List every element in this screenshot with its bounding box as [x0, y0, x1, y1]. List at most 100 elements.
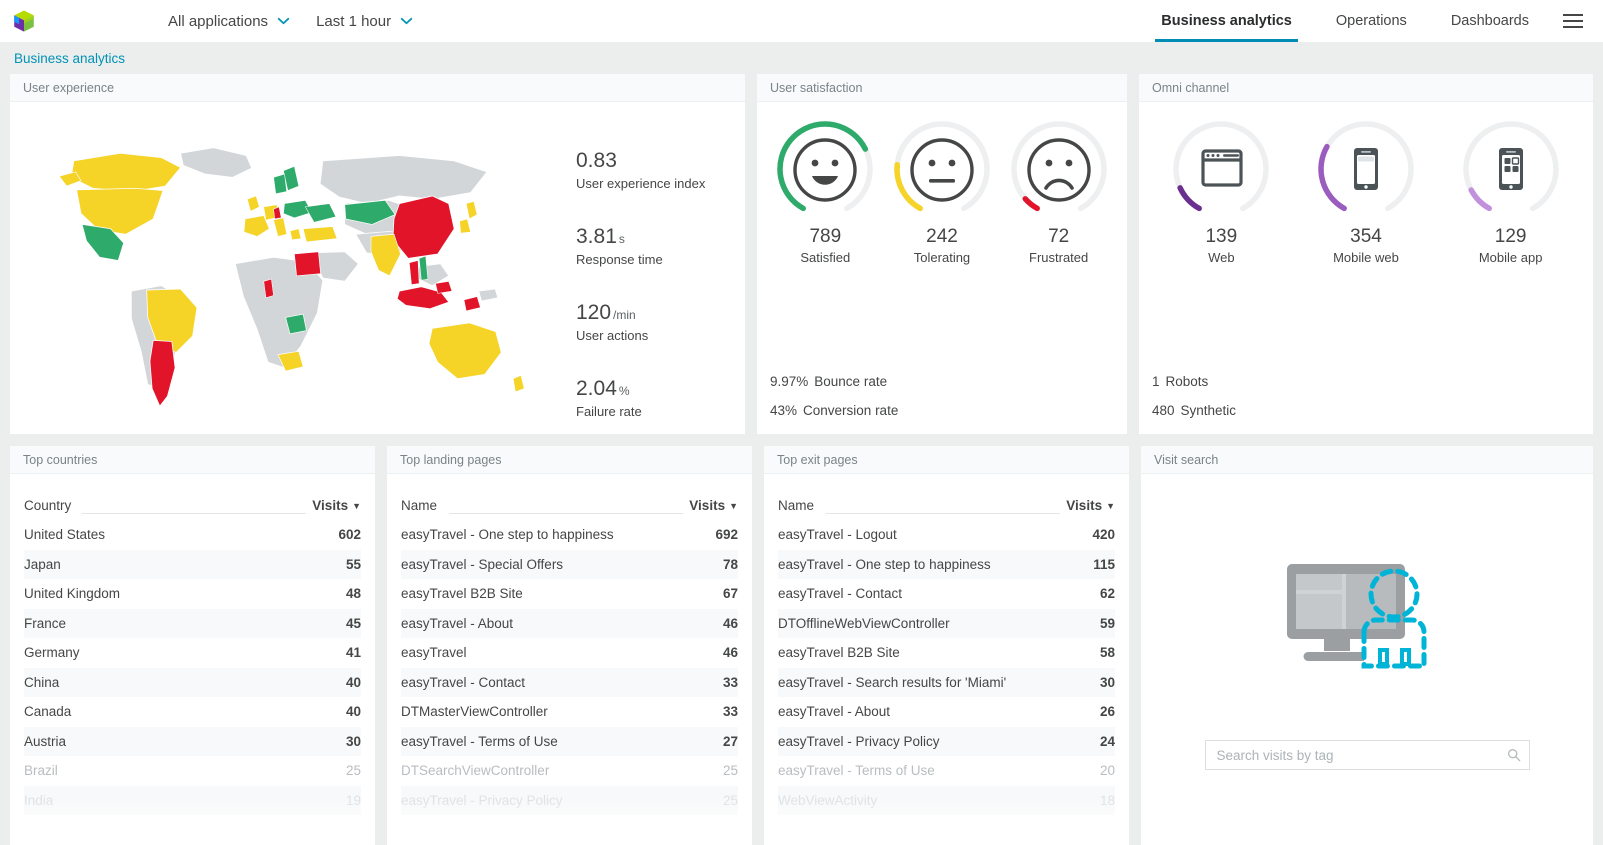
row-visits: 420 [1092, 527, 1115, 543]
table-row[interactable]: easyTravel - Contact 62 [778, 579, 1115, 609]
world-map-chart[interactable] [10, 102, 564, 434]
column-header-name[interactable]: Name [778, 498, 1066, 520]
row-visits: 692 [715, 527, 738, 543]
stat-value: 9.97% [770, 374, 809, 389]
tab-operations[interactable]: Operations [1314, 0, 1429, 42]
stat-robots: 1 Robots [1152, 374, 1236, 389]
table-row[interactable]: easyTravel - Terms of Use 20 [778, 756, 1115, 786]
table-row[interactable]: easyTravel - Special Offers 78 [401, 549, 738, 579]
table-row[interactable]: DTSearchViewController 25 [401, 756, 738, 786]
gauge-tolerating[interactable]: 242 Tolerating [886, 120, 998, 265]
row-visits: 40 [345, 704, 361, 720]
table-row[interactable]: easyTravel - One step to happiness 115 [778, 549, 1115, 579]
gauge-mobile-web[interactable]: 354 Mobile web [1310, 120, 1422, 265]
world-map-choropleth-icon [58, 147, 525, 407]
row-name: Austria [24, 733, 67, 749]
row-name: DTOfflineWebViewController [778, 615, 950, 631]
table-row[interactable]: France 45 [24, 608, 361, 638]
row-visits: 40 [345, 674, 361, 690]
metric-label: User experience index [576, 176, 706, 192]
timeframe-filter-dropdown[interactable]: Last 1 hour [316, 13, 413, 30]
sad-face-icon [1010, 121, 1107, 212]
dashboard-row-2: Top countries Country Visits ▼ United St… [10, 446, 1593, 845]
table-row[interactable]: DTOfflineWebViewController 59 [778, 608, 1115, 638]
table-header: Name Visits ▼ [778, 474, 1115, 520]
panel-omni-channel: Omni channel 139 Web 354 Mobile web 129 … [1139, 74, 1593, 434]
application-filter-dropdown[interactable]: All applications [168, 13, 290, 30]
gauge-satisfied[interactable]: 789 Satisfied [769, 120, 881, 265]
column-header-visits[interactable]: Visits ▼ [689, 498, 738, 520]
map-country-china [392, 195, 455, 259]
column-header-visits[interactable]: Visits ▼ [312, 498, 361, 520]
table-row[interactable]: easyTravel - Logout 420 [778, 520, 1115, 550]
column-header-visits[interactable]: Visits ▼ [1066, 498, 1115, 520]
table-row[interactable]: easyTravel - One step to happiness 692 [401, 520, 738, 550]
caret-down-icon: ▼ [352, 500, 361, 511]
gauge-mobile-app[interactable]: 129 Mobile app [1455, 120, 1567, 265]
tab-dashboards[interactable]: Dashboards [1429, 0, 1551, 42]
row-visits: 25 [722, 792, 738, 808]
row-visits: 26 [1099, 704, 1115, 720]
chevron-down-icon [277, 17, 290, 25]
row-visits: 24 [1099, 733, 1115, 749]
table-row[interactable]: easyTravel - Terms of Use 27 [401, 726, 738, 756]
tab-label: Operations [1335, 13, 1407, 29]
column-header-country[interactable]: Country [24, 498, 312, 520]
row-name: easyTravel B2B Site [778, 645, 900, 661]
hamburger-menu-icon[interactable] [1551, 0, 1595, 42]
table-row[interactable]: WebViewActivity 18 [778, 785, 1115, 815]
table-row[interactable]: DTMasterViewController 33 [401, 697, 738, 727]
panel-title: User experience [10, 74, 745, 102]
dashboard-grid: User experience 0.83 User experience ind… [0, 74, 1603, 845]
search-input[interactable] [1216, 747, 1507, 763]
table-row[interactable]: easyTravel - About 26 [778, 697, 1115, 727]
table-row[interactable]: Germany 41 [24, 638, 361, 668]
row-name: easyTravel - About [401, 615, 514, 631]
table-row[interactable]: United Kingdom 48 [24, 579, 361, 609]
row-name: easyTravel - Privacy Policy [401, 792, 563, 808]
tab-business-analytics[interactable]: Business analytics [1139, 0, 1314, 42]
gauge-web[interactable]: 139 Web [1165, 120, 1277, 265]
column-header-name[interactable]: Name [401, 498, 689, 520]
top-navigation-bar: All applications Last 1 hour Business an… [0, 0, 1603, 42]
visit-search-box[interactable] [1204, 740, 1530, 770]
breadcrumb-business-analytics[interactable]: Business analytics [14, 51, 125, 66]
panel-top-countries: Top countries Country Visits ▼ United St… [10, 446, 375, 845]
dynatrace-cube-logo-icon [14, 10, 34, 32]
table-row[interactable]: easyTravel B2B Site 67 [401, 579, 738, 609]
stat-value: 1 [1152, 374, 1160, 389]
application-filter-label: All applications [168, 12, 269, 30]
row-name: China [24, 674, 60, 690]
table-row[interactable]: easyTravel B2B Site 58 [778, 638, 1115, 668]
table-row[interactable]: easyTravel - Search results for 'Miami' 3… [778, 667, 1115, 697]
metric-failure-rate: 2.04% Failure rate [576, 378, 745, 420]
map-country-canada [70, 152, 182, 192]
table-row[interactable]: United States 602 [24, 520, 361, 550]
stat-synthetic: 480 Synthetic [1152, 403, 1236, 418]
table-header: Name Visits ▼ [401, 474, 738, 520]
panel-title: Visit search [1141, 446, 1593, 474]
table-row[interactable]: easyTravel 46 [401, 638, 738, 668]
stat-conversion-rate: 43% Conversion rate [770, 403, 898, 418]
table-row[interactable]: Brazil 25 [24, 756, 361, 786]
row-name: WebViewActivity [778, 792, 878, 808]
timeframe-filter-label: Last 1 hour [316, 12, 392, 30]
gauge-frustrated[interactable]: 72 Frustrated [1003, 120, 1115, 265]
table-row[interactable]: easyTravel - Privacy Policy 24 [778, 726, 1115, 756]
table-row[interactable]: China 40 [24, 667, 361, 697]
table-row[interactable]: Austria 30 [24, 726, 361, 756]
app-logo[interactable] [0, 8, 48, 34]
table-row[interactable]: easyTravel - Contact 33 [401, 667, 738, 697]
table-row[interactable]: Japan 55 [24, 549, 361, 579]
metric-label: User actions [576, 328, 649, 344]
table-row[interactable]: easyTravel - About 46 [401, 608, 738, 638]
row-name: easyTravel - Contact [778, 586, 903, 602]
map-country-india [370, 233, 401, 277]
row-name: easyTravel - Terms of Use [778, 763, 935, 779]
table-row[interactable]: Canada 40 [24, 697, 361, 727]
row-visits: 55 [345, 556, 361, 572]
table-row[interactable]: easyTravel - Privacy Policy 25 [401, 785, 738, 815]
gauge-caption: Mobile app [1478, 250, 1543, 265]
search-icon[interactable] [1507, 748, 1521, 762]
table-row[interactable]: India 19 [24, 785, 361, 815]
